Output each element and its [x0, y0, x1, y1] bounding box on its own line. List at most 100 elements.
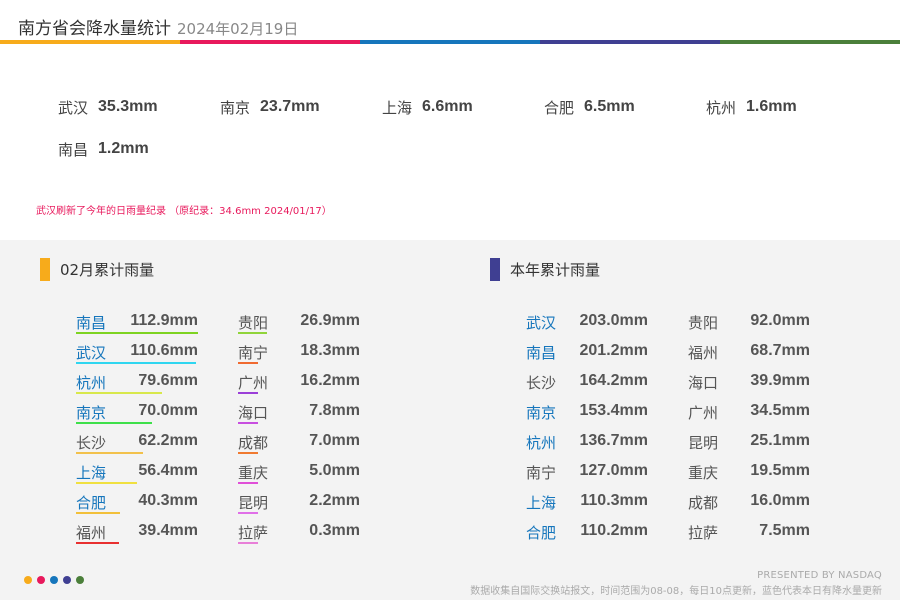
today-city: 合肥 — [544, 98, 575, 117]
yearly-city: 上海 — [526, 494, 557, 512]
yearly-amount: 7.5mm — [759, 522, 810, 539]
monthly-bar — [76, 392, 163, 394]
monthly-amount: 16.2mm — [300, 372, 360, 389]
color-stripe — [0, 40, 900, 44]
yearly-amount: 153.4mm — [579, 402, 649, 419]
monthly-row: 上海 56.4mm — [76, 458, 198, 488]
footer-note: 数据收集自国际交换站报文，时间范围为08-08，每日10点更新，蓝色代表本日有降… — [470, 586, 882, 597]
today-value: 23.7mm — [260, 98, 320, 115]
monthly-city: 南京 — [76, 404, 107, 422]
yearly-row: 上海 110.3mm — [526, 488, 648, 518]
monthly-bar — [238, 422, 258, 424]
monthly-row: 武汉 110.6mm — [76, 338, 198, 368]
monthly-row: 拉萨 0.3mm — [238, 518, 360, 548]
monthly-title-bar — [40, 258, 50, 281]
monthly-amount: 79.6mm — [138, 372, 198, 389]
monthly-amount: 110.6mm — [130, 342, 198, 359]
yearly-city: 广州 — [688, 404, 719, 422]
yearly-amount: 25.1mm — [750, 432, 810, 449]
yearly-city: 拉萨 — [688, 524, 719, 542]
footer-dot — [63, 576, 71, 584]
monthly-row: 福州 39.4mm — [76, 518, 198, 548]
yearly-city: 昆明 — [688, 434, 719, 452]
color-stripe-segment — [360, 40, 540, 44]
monthly-bar — [76, 482, 137, 484]
monthly-row: 海口 7.8mm — [238, 398, 360, 428]
monthly-bar — [238, 482, 258, 484]
footer-dots — [24, 576, 89, 584]
yearly-row: 广州 34.5mm — [688, 398, 810, 428]
monthly-bar — [238, 512, 258, 514]
today-value: 35.3mm — [98, 98, 158, 115]
yearly-row: 重庆 19.5mm — [688, 458, 810, 488]
yearly-amount: 39.9mm — [750, 372, 810, 389]
today-item: 合肥 6.5mm — [544, 86, 706, 128]
monthly-amount: 39.4mm — [138, 522, 198, 539]
monthly-amount: 18.3mm — [300, 342, 360, 359]
monthly-amount: 70.0mm — [138, 402, 198, 419]
yearly-row: 海口 39.9mm — [688, 368, 810, 398]
yearly-amount: 136.7mm — [579, 432, 649, 449]
yearly-amount: 110.3mm — [580, 492, 648, 509]
yearly-amount: 164.2mm — [579, 372, 649, 389]
monthly-bar — [76, 512, 120, 514]
today-value: 6.6mm — [422, 98, 473, 115]
yearly-row: 成都 16.0mm — [688, 488, 810, 518]
yearly-city: 武汉 — [526, 314, 557, 332]
monthly-column-1: 南昌 112.9mm 武汉 110.6mm 杭州 79.6mm 南京 70.0mm 长沙 62.2… — [76, 308, 198, 548]
monthly-city: 长沙 — [76, 434, 107, 452]
yearly-amount: 16.0mm — [750, 492, 810, 509]
monthly-row: 南宁 18.3mm — [238, 338, 360, 368]
footer: PRESENTED BY NASDAQ 数据收集自国际交换站报文，时间范围为08… — [470, 570, 882, 597]
today-city: 南京 — [220, 98, 251, 117]
monthly-bar — [238, 392, 258, 394]
monthly-city: 广州 — [238, 374, 269, 392]
yearly-row: 长沙 164.2mm — [526, 368, 648, 398]
monthly-row: 贵阳 26.9mm — [238, 308, 360, 338]
monthly-city: 上海 — [76, 464, 107, 482]
yearly-row: 南宁 127.0mm — [526, 458, 648, 488]
today-item: 上海 6.6mm — [382, 86, 544, 128]
monthly-city: 南昌 — [76, 314, 107, 332]
yearly-row: 昆明 25.1mm — [688, 428, 810, 458]
yearly-amount: 68.7mm — [750, 342, 810, 359]
monthly-bar — [76, 332, 198, 334]
monthly-bar — [238, 542, 258, 544]
monthly-amount: 56.4mm — [138, 462, 198, 479]
monthly-city: 福州 — [76, 524, 107, 542]
monthly-row: 昆明 2.2mm — [238, 488, 360, 518]
yearly-city: 杭州 — [526, 434, 557, 452]
yearly-amount: 19.5mm — [750, 462, 810, 479]
yearly-column-1: 武汉 203.0mm 南昌 201.2mm 长沙 164.2mm 南京 153.4mm 杭州 13… — [526, 308, 648, 548]
yearly-city: 福州 — [688, 344, 719, 362]
monthly-bar — [76, 452, 144, 454]
monthly-city: 重庆 — [238, 464, 269, 482]
monthly-city: 贵阳 — [238, 314, 269, 332]
monthly-city: 昆明 — [238, 494, 269, 512]
title-date: 2024年02月19日 — [177, 20, 299, 38]
record-note: 武汉刷新了今年的日雨量纪录 （原纪录：34.6mm 2024/01/17） — [36, 206, 332, 217]
monthly-city: 合肥 — [76, 494, 107, 512]
yearly-column-2: 贵阳 92.0mm 福州 68.7mm 海口 39.9mm 广州 34.5mm 昆明 25.1mm… — [688, 308, 810, 548]
monthly-city: 武汉 — [76, 344, 107, 362]
monthly-amount: 62.2mm — [138, 432, 198, 449]
monthly-bar — [238, 332, 268, 334]
monthly-amount: 40.3mm — [138, 492, 198, 509]
color-stripe-segment — [720, 40, 900, 44]
monthly-panel-title: 02月累计雨量 — [40, 258, 154, 281]
footer-dot — [50, 576, 58, 584]
yearly-city: 合肥 — [526, 524, 557, 542]
title-text: 南方省会降水量统计 — [18, 19, 171, 39]
monthly-bar — [76, 422, 152, 424]
monthly-city: 杭州 — [76, 374, 107, 392]
yearly-row: 武汉 203.0mm — [526, 308, 648, 338]
today-value: 1.2mm — [98, 140, 149, 157]
yearly-city: 海口 — [688, 374, 719, 392]
yearly-title-bar — [490, 258, 500, 281]
today-item: 南京 23.7mm — [220, 86, 382, 128]
monthly-row: 成都 7.0mm — [238, 428, 360, 458]
monthly-amount: 5.0mm — [309, 462, 360, 479]
footer-dot — [76, 576, 84, 584]
monthly-row: 重庆 5.0mm — [238, 458, 360, 488]
monthly-column-2: 贵阳 26.9mm 南宁 18.3mm 广州 16.2mm 海口 7.8mm 成都 7.0mm 重庆… — [238, 308, 360, 548]
